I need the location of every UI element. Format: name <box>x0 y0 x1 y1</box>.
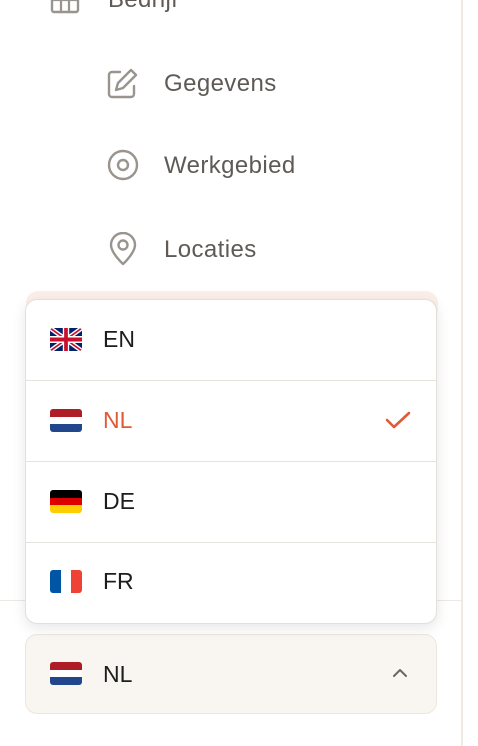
fr-flag-icon <box>50 570 82 593</box>
language-option-label: NL <box>103 407 133 433</box>
language-option-nl[interactable]: NL <box>26 381 436 461</box>
building-icon <box>50 0 80 14</box>
uk-flag-icon <box>50 328 82 351</box>
nav-item-gegevens[interactable]: Gegevens <box>104 60 424 104</box>
edit-icon <box>107 68 138 99</box>
nav-item-label: Gegevens <box>164 70 277 97</box>
chevron-up-icon <box>393 669 407 677</box>
language-option-fr[interactable]: FR <box>26 542 436 622</box>
language-dropdown-menu: EN NL DE FR <box>25 299 437 624</box>
nl-flag-icon <box>50 662 82 685</box>
language-option-en[interactable]: EN <box>26 300 436 380</box>
nl-flag-icon <box>50 409 82 432</box>
sidebar-border <box>461 0 463 746</box>
checkmark-icon <box>385 411 411 429</box>
nav-item-locaties[interactable]: Locaties <box>104 226 424 270</box>
language-option-label: DE <box>103 488 135 514</box>
nav-item-label: Locaties <box>164 236 257 263</box>
nav-parent-label: Bedrijf <box>108 0 178 14</box>
nav-item-label: Werkgebied <box>164 152 296 179</box>
language-select-button[interactable]: NL <box>25 634 437 714</box>
target-icon <box>107 149 139 181</box>
nav-parent-bedrijf[interactable]: Bedrijf <box>50 0 420 16</box>
current-language-label: NL <box>103 661 133 687</box>
language-option-de[interactable]: DE <box>26 462 436 542</box>
language-option-label: EN <box>103 326 135 352</box>
language-option-label: FR <box>103 568 134 594</box>
de-flag-icon <box>50 490 82 513</box>
nav-item-werkgebied[interactable]: Werkgebied <box>104 142 424 186</box>
map-pin-icon <box>109 232 137 266</box>
